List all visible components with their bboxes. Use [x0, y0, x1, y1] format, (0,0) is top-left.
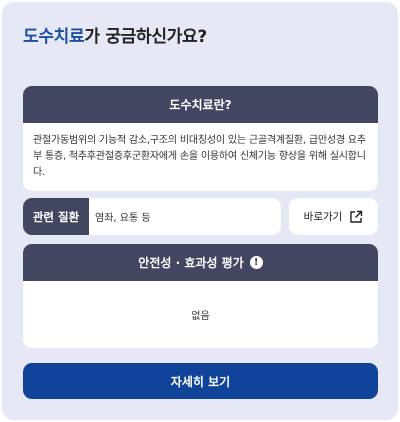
evaluation-result: 없음: [191, 311, 210, 322]
definition-heading: 도수치료란?: [23, 86, 378, 123]
related-disease-box: 관련 질환 염좌, 요통 등: [23, 198, 281, 235]
external-link-icon: [349, 210, 363, 224]
go-shortcut-button[interactable]: 바로가기: [289, 198, 378, 235]
evaluation-card: 안전성 · 효과성 평가 ! 없음: [23, 244, 378, 348]
definition-text: 관절가동범위의 기능적 감소,구조의 비대칭성이 있는 근골격계질환, 급만성경…: [33, 135, 366, 178]
doosu-info-panel: 도수치료가 궁금하신가요? 도수치료란? 관절가동범위의 기능적 감소,구조의 …: [2, 2, 398, 420]
info-icon[interactable]: !: [249, 256, 263, 269]
title-rest: 가 궁금하신가요?: [84, 27, 207, 47]
related-disease-label: 관련 질환: [23, 198, 89, 235]
evaluation-header: 안전성 · 효과성 평가 !: [23, 244, 378, 281]
go-shortcut-label: 바로가기: [303, 211, 343, 223]
related-disease-value: 염좌, 요통 등: [95, 213, 151, 224]
page-title: 도수치료가 궁금하신가요?: [23, 22, 207, 47]
view-details-button[interactable]: 자세히 보기: [23, 363, 378, 399]
evaluation-heading: 안전성 · 효과성 평가: [138, 256, 244, 270]
definition-card: 도수치료란? 관절가동범위의 기능적 감소,구조의 비대칭성이 있는 근골격계질…: [23, 86, 378, 191]
title-highlight: 도수치료: [23, 27, 85, 47]
